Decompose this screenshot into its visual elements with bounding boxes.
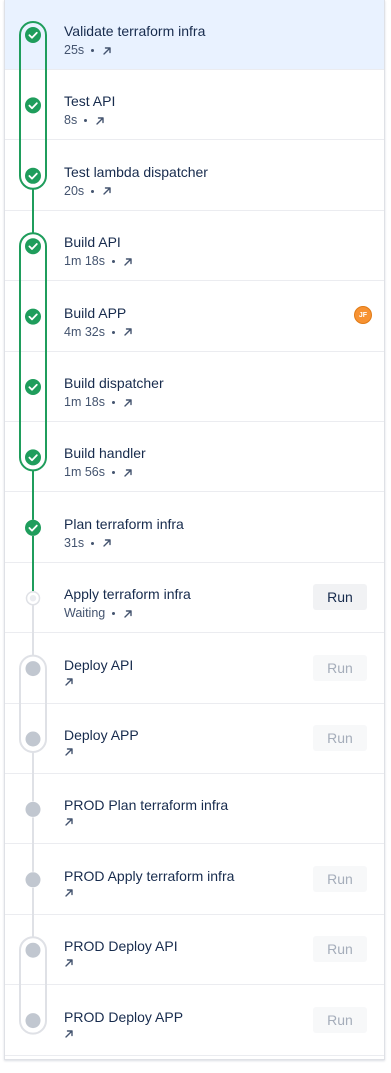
external-link-icon[interactable] xyxy=(123,257,133,267)
step-row[interactable]: PROD Plan terraform infra xyxy=(5,774,384,845)
step-row[interactable]: Build API 1m 18s xyxy=(5,211,384,282)
avatar: JF xyxy=(354,305,372,324)
step-row[interactable]: Build APP 4m 32s JF xyxy=(5,282,384,352)
run-button: Run xyxy=(313,865,367,892)
step-row[interactable]: Deploy APP Run xyxy=(5,704,384,774)
step-name: Apply terraform infra xyxy=(64,586,191,603)
step-row[interactable]: Validate terraform infra 25s xyxy=(5,0,384,70)
separator-dot xyxy=(112,612,116,616)
external-link-icon[interactable] xyxy=(64,888,74,898)
external-link-icon[interactable] xyxy=(64,677,74,687)
step-duration: Waiting xyxy=(64,606,106,621)
run-button: Run xyxy=(313,654,367,681)
separator-dot xyxy=(112,401,115,404)
step-name: Build dispatcher xyxy=(64,375,164,391)
external-link-icon[interactable] xyxy=(102,186,112,196)
external-link-icon[interactable] xyxy=(123,398,133,408)
step-duration: 1m 18s xyxy=(64,254,105,269)
step-name: Build APP xyxy=(64,304,127,321)
external-link-icon[interactable] xyxy=(64,958,74,968)
step-duration: 31s xyxy=(64,535,85,550)
step-name: Validate terraform infra xyxy=(64,23,206,39)
step-meta: 31s xyxy=(64,536,112,551)
step-name: Test API xyxy=(64,93,116,110)
step-meta xyxy=(64,958,74,968)
separator-dot xyxy=(112,330,115,334)
step-meta xyxy=(64,677,74,687)
step-meta: 25s xyxy=(64,43,112,58)
step-row[interactable]: Build handler 1m 56s xyxy=(5,422,384,493)
step-meta: 20s xyxy=(64,184,112,199)
step-name: Build handler xyxy=(64,445,146,462)
step-meta xyxy=(64,817,74,827)
run-button: Run xyxy=(313,936,367,963)
external-link-icon[interactable] xyxy=(123,327,133,337)
step-meta: 8s xyxy=(64,113,105,128)
run-button: Run xyxy=(313,1006,367,1033)
step-meta: 1m 18s xyxy=(64,395,133,410)
step-meta xyxy=(64,888,74,898)
step-row[interactable]: PROD Deploy API Run xyxy=(5,915,384,986)
separator-dot xyxy=(91,49,95,52)
step-meta: Waiting xyxy=(64,606,133,621)
step-name: PROD Deploy API xyxy=(64,938,178,955)
separator-dot xyxy=(84,119,88,123)
step-name: PROD Deploy APP xyxy=(64,1008,184,1025)
external-link-icon[interactable] xyxy=(102,46,112,56)
step-row[interactable]: Build dispatcher 1m 18s xyxy=(5,352,384,422)
step-name: PROD Apply terraform infra xyxy=(64,867,235,884)
step-duration: 20s xyxy=(64,183,85,198)
step-row[interactable]: Test API 8s xyxy=(5,70,384,141)
step-name: Test lambda dispatcher xyxy=(64,163,208,180)
step-row[interactable]: PROD Deploy APP Run xyxy=(5,986,384,1056)
external-link-icon[interactable] xyxy=(123,609,133,619)
step-name: Build API xyxy=(64,234,121,251)
external-link-icon[interactable] xyxy=(123,468,133,478)
step-meta: 4m 32s xyxy=(64,325,133,340)
step-duration: 8s xyxy=(64,113,78,128)
pipeline-steps-panel: Validate terraform infra 25s Test API 8s Tes… xyxy=(4,0,385,1060)
step-row[interactable]: Apply terraform infra Waiting Run xyxy=(5,563,384,634)
step-row[interactable]: Deploy API Run xyxy=(5,634,384,704)
external-link-icon[interactable] xyxy=(64,747,74,757)
step-meta: 1m 56s xyxy=(64,465,133,480)
step-duration: 1m 56s xyxy=(64,465,105,480)
step-name: Deploy API xyxy=(64,656,134,673)
step-row[interactable]: Test lambda dispatcher 20s xyxy=(5,141,384,211)
step-duration: 4m 32s xyxy=(64,324,105,339)
run-button: Run xyxy=(313,725,367,751)
step-meta xyxy=(64,1029,74,1039)
separator-dot xyxy=(112,471,115,475)
separator-dot xyxy=(91,541,95,545)
separator-dot xyxy=(112,260,115,264)
external-link-icon[interactable] xyxy=(64,817,74,827)
step-meta xyxy=(64,747,74,757)
external-link-icon[interactable] xyxy=(95,116,105,126)
run-button[interactable]: Run xyxy=(313,584,367,611)
external-link-icon[interactable] xyxy=(102,538,112,548)
step-meta: 1m 18s xyxy=(64,254,133,269)
external-link-icon[interactable] xyxy=(64,1029,74,1039)
step-duration: 1m 18s xyxy=(64,395,105,409)
step-row[interactable]: PROD Apply terraform infra Run xyxy=(5,845,384,915)
step-name: Deploy APP xyxy=(64,727,139,743)
step-name: Plan terraform infra xyxy=(64,515,184,532)
separator-dot xyxy=(91,189,95,193)
step-row[interactable]: Plan terraform infra 31s xyxy=(5,493,384,563)
step-name: PROD Plan terraform infra xyxy=(64,797,229,814)
step-duration: 25s xyxy=(64,43,85,57)
